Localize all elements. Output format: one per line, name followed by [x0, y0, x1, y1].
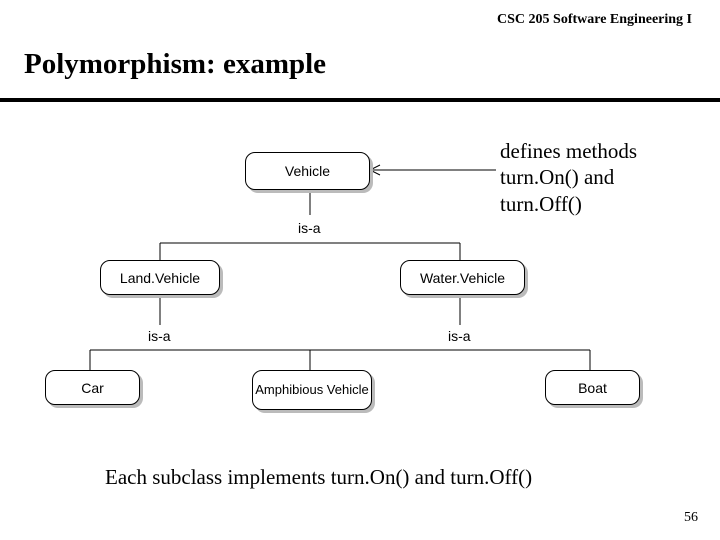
inheritance-diagram: Vehicle defines methods turn.On() and tu…: [0, 120, 720, 450]
box-vehicle: Vehicle: [245, 152, 370, 190]
footer-caption: Each subclass implements turn.On() and t…: [105, 465, 532, 490]
annotation-defines-methods: defines methods turn.On() and turn.Off(): [500, 138, 670, 217]
isa-label-left: is-a: [148, 328, 171, 344]
slide: CSC 205 Software Engineering I Polymorph…: [0, 0, 720, 540]
box-amphibious-vehicle: Amphibious Vehicle: [252, 370, 372, 410]
title-underline: [0, 98, 720, 102]
slide-title: Polymorphism: example: [24, 48, 326, 81]
box-car: Car: [45, 370, 140, 405]
box-land-vehicle: Land.Vehicle: [100, 260, 220, 295]
course-header: CSC 205 Software Engineering I: [497, 12, 692, 28]
isa-label-right: is-a: [448, 328, 471, 344]
page-number: 56: [684, 510, 698, 526]
box-boat: Boat: [545, 370, 640, 405]
isa-label-top: is-a: [298, 220, 321, 236]
box-water-vehicle: Water.Vehicle: [400, 260, 525, 295]
